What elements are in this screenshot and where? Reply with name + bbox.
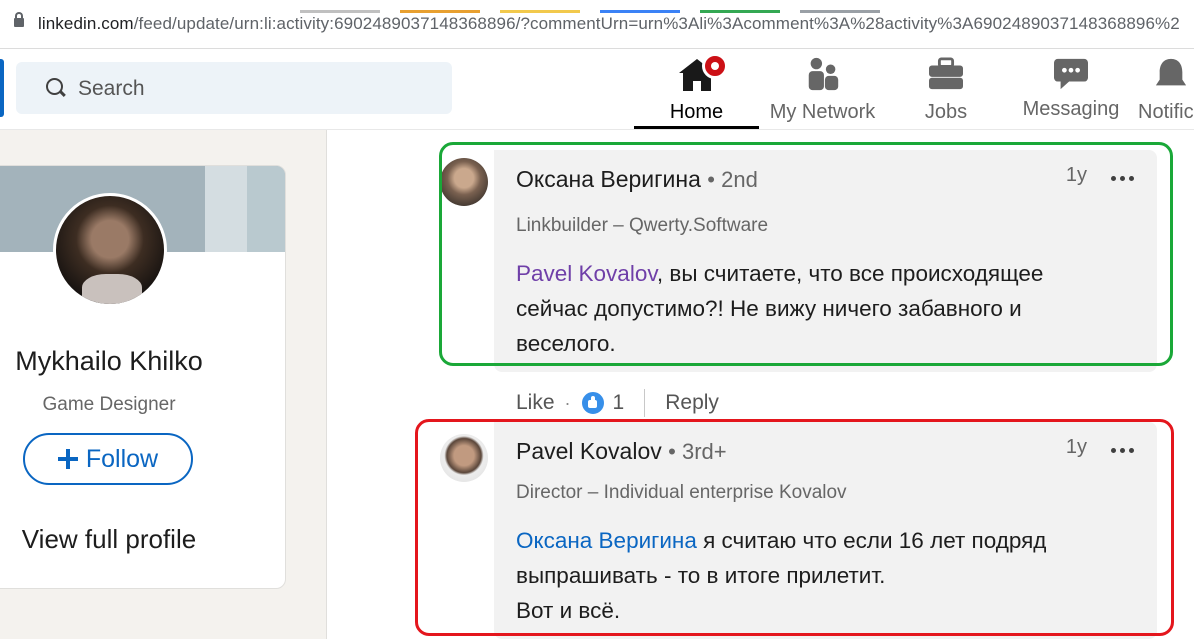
nav-notifications[interactable]: Notific — [1138, 49, 1194, 129]
comments-section: Оксана Веригина • 2nd Linkbuilder – Qwer… — [326, 130, 1194, 639]
plus-icon — [57, 449, 78, 469]
comment-timestamp: 1y — [1065, 436, 1087, 458]
reply-button[interactable]: Reply — [665, 391, 719, 415]
commenter-name[interactable]: Pavel Kovalov — [516, 438, 662, 464]
global-nav: Home My Network Jobs Messaging Notific — [0, 49, 1194, 130]
profile-headline: Game Designer — [42, 394, 176, 415]
comment: Pavel Kovalov • 3rd+ Director – Individu… — [327, 422, 1194, 639]
nav-messaging-label: Messaging — [1022, 98, 1120, 120]
comment-text: Pavel Kovalov, вы считаете, что все прои… — [516, 256, 1116, 361]
nav-my-network-label: My Network — [769, 101, 876, 123]
view-full-profile-link[interactable]: View full profile — [0, 524, 227, 555]
commenter-name[interactable]: Оксана Веригина — [516, 166, 701, 192]
active-indicator — [634, 126, 759, 129]
commenter-headline: Director – Individual enterprise Kovalov — [516, 482, 847, 503]
network-icon — [808, 57, 838, 91]
divider — [644, 389, 646, 417]
commenter-avatar[interactable] — [440, 158, 488, 206]
commenter-avatar[interactable] — [440, 434, 488, 482]
commenter-headline: Linkbuilder – Qwerty.Software — [516, 215, 769, 236]
linkedin-logo[interactable] — [0, 59, 4, 117]
more-options-icon[interactable] — [1111, 448, 1135, 454]
action-separator: · — [564, 392, 571, 413]
connection-degree: • 2nd — [707, 167, 758, 192]
nav-jobs-label: Jobs — [924, 101, 968, 123]
nav-my-network[interactable]: My Network — [765, 49, 880, 129]
lock-icon[interactable] — [14, 12, 24, 27]
comment-actions: Like · 1 Reply — [516, 388, 719, 418]
briefcase-icon — [929, 57, 963, 90]
search-box[interactable] — [16, 62, 452, 114]
like-reaction-icon[interactable] — [580, 391, 605, 415]
comment-bubble: Pavel Kovalov • 3rd+ Director – Individu… — [494, 422, 1157, 639]
nav-messaging[interactable]: Messaging — [1020, 49, 1122, 129]
comment-text: Оксана Веригина я считаю что если 16 лет… — [516, 523, 1116, 628]
url-text[interactable]: linkedin.com/feed/update/urn:li:activity… — [38, 14, 1180, 34]
search-input[interactable] — [76, 74, 440, 104]
like-button[interactable]: Like — [516, 391, 555, 415]
reaction-count[interactable]: 1 — [613, 391, 625, 415]
profile-avatar[interactable] — [53, 193, 167, 307]
mention-link[interactable]: Оксана Веригина — [516, 528, 697, 553]
nav-home[interactable]: Home — [634, 49, 759, 129]
messaging-icon — [1054, 58, 1088, 90]
mention-link[interactable]: Pavel Kovalov — [516, 261, 657, 286]
connection-degree: • 3rd+ — [668, 439, 727, 464]
browser-url-bar[interactable]: linkedin.com/feed/update/urn:li:activity… — [0, 0, 1194, 49]
comment-body-line2: Вот и всё. — [516, 598, 621, 623]
comment: Оксана Веригина • 2nd Linkbuilder – Qwer… — [327, 140, 1194, 417]
nav-jobs[interactable]: Jobs — [905, 49, 987, 129]
search-icon — [46, 78, 63, 95]
follow-button[interactable]: Follow — [23, 433, 193, 485]
bell-icon — [1155, 58, 1187, 86]
notification-badge-icon — [702, 53, 728, 79]
profile-name[interactable]: Mykhailo Khilko — [0, 346, 227, 377]
nav-notifications-label: Notific — [1138, 101, 1194, 123]
more-options-icon[interactable] — [1111, 176, 1135, 182]
nav-home-label: Home — [669, 101, 724, 123]
comment-bubble: Оксана Веригина • 2nd Linkbuilder – Qwer… — [494, 150, 1157, 372]
comment-timestamp: 1y — [1065, 164, 1087, 186]
tab-strip — [300, 0, 1194, 13]
author-profile-card: Mykhailo Khilko Game Designer Follow Vie… — [0, 165, 286, 589]
follow-button-label: Follow — [85, 444, 159, 473]
